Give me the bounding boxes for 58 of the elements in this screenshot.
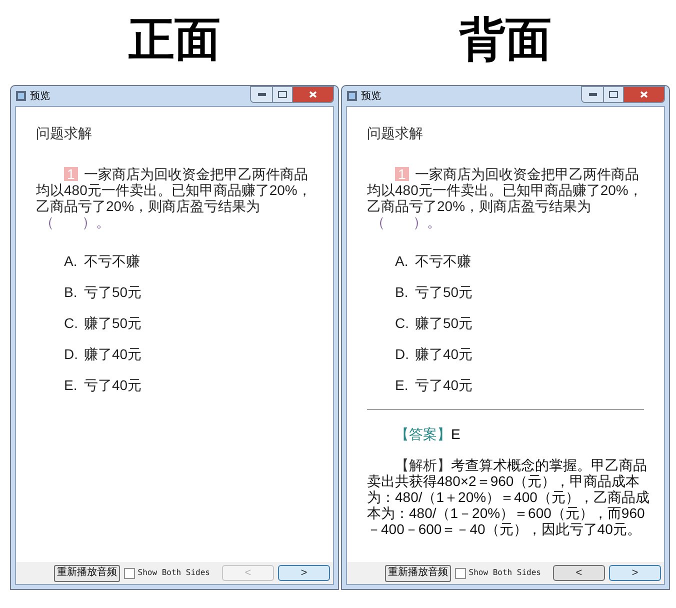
option-text: 亏了50元 bbox=[84, 283, 142, 302]
option-text: 赚了50元 bbox=[415, 314, 473, 333]
option-letter: D. bbox=[64, 345, 79, 364]
section-title: 问题求解 bbox=[367, 124, 424, 143]
option-text: 亏了40元 bbox=[84, 376, 142, 395]
option-letter: A. bbox=[64, 252, 78, 271]
section-title: 问题求解 bbox=[36, 124, 93, 143]
maximize-button[interactable] bbox=[604, 86, 624, 102]
question-text: 1 一家商店为回收资金把甲乙两件商品均以480元一件卖出。已知甲商品赚了20%，乙商品亏了20%，则商店盈亏结果为 （ ）。 bbox=[367, 166, 651, 230]
close-icon bbox=[309, 90, 317, 98]
side-heading: 正面 bbox=[128, 13, 220, 67]
window-title: 预览 bbox=[30, 90, 50, 104]
minimize-button[interactable] bbox=[251, 86, 273, 102]
option-letter: E. bbox=[64, 376, 78, 395]
option-letter: B. bbox=[395, 283, 410, 302]
answer-blank: （ ）。 bbox=[39, 214, 111, 230]
app-icon bbox=[16, 91, 26, 101]
question-number: 1 bbox=[395, 167, 409, 181]
close-button[interactable] bbox=[293, 86, 333, 102]
minimize-button[interactable] bbox=[582, 86, 604, 102]
option-text: 不亏不赚 bbox=[84, 252, 140, 271]
app-icon bbox=[347, 91, 357, 101]
option-text: 赚了40元 bbox=[84, 345, 142, 364]
minimize-icon bbox=[258, 92, 266, 96]
option-text: 不亏不赚 bbox=[415, 252, 471, 271]
question-number: 1 bbox=[64, 167, 78, 181]
maximize-icon bbox=[278, 90, 287, 98]
explanation-text: 【解析】考查算术概念的掌握。甲乙商品卖出共获得480×2＝960（元），甲商品成本为：480/（1＋20%）＝400（元），乙商品成本为：480/（1－20%）＝600（元），而960－400－600＝－40（元），因此亏了40元。 bbox=[367, 457, 650, 537]
checkbox[interactable] bbox=[124, 568, 135, 578]
option-text: 赚了40元 bbox=[415, 345, 473, 364]
question-text: 1 一家商店为回收资金把甲乙两件商品均以480元一件卖出。已知甲商品赚了20%，乙商品亏了20%，则商店盈亏结果为 （ ）。 bbox=[36, 166, 320, 230]
window-title: 预览 bbox=[361, 90, 381, 104]
answer-value: E bbox=[451, 426, 460, 442]
minimize-icon bbox=[588, 92, 596, 96]
close-icon bbox=[640, 90, 648, 98]
option-letter: B. bbox=[64, 283, 78, 302]
maximize-icon bbox=[609, 90, 618, 98]
replay-audio-button[interactable]: 重新播放音频 bbox=[54, 564, 120, 582]
option-letter: E. bbox=[395, 376, 410, 395]
option-letter: D. bbox=[395, 345, 410, 364]
option-letter: A. bbox=[395, 252, 410, 271]
checkbox-label: Show Both Sides bbox=[468, 567, 541, 579]
close-button[interactable] bbox=[624, 86, 664, 102]
option-text: 亏了40元 bbox=[415, 376, 473, 395]
checkbox[interactable] bbox=[454, 568, 466, 578]
option-text: 亏了50元 bbox=[415, 283, 473, 302]
previous-button[interactable]: < bbox=[553, 565, 605, 581]
checkbox-label: Show Both Sides bbox=[138, 567, 210, 579]
option-letter: C. bbox=[64, 314, 79, 333]
replay-audio-button[interactable]: 重新播放音频 bbox=[384, 564, 451, 582]
answer-label: 【答案】 bbox=[395, 426, 451, 442]
next-button[interactable]: > bbox=[609, 565, 661, 581]
next-button[interactable]: > bbox=[278, 565, 330, 581]
answer-blank: （ ）。 bbox=[370, 214, 442, 230]
option-letter: C. bbox=[395, 314, 410, 333]
option-text: 赚了50元 bbox=[84, 314, 142, 333]
side-heading: 背面 bbox=[460, 13, 552, 67]
maximize-button[interactable] bbox=[273, 86, 293, 102]
